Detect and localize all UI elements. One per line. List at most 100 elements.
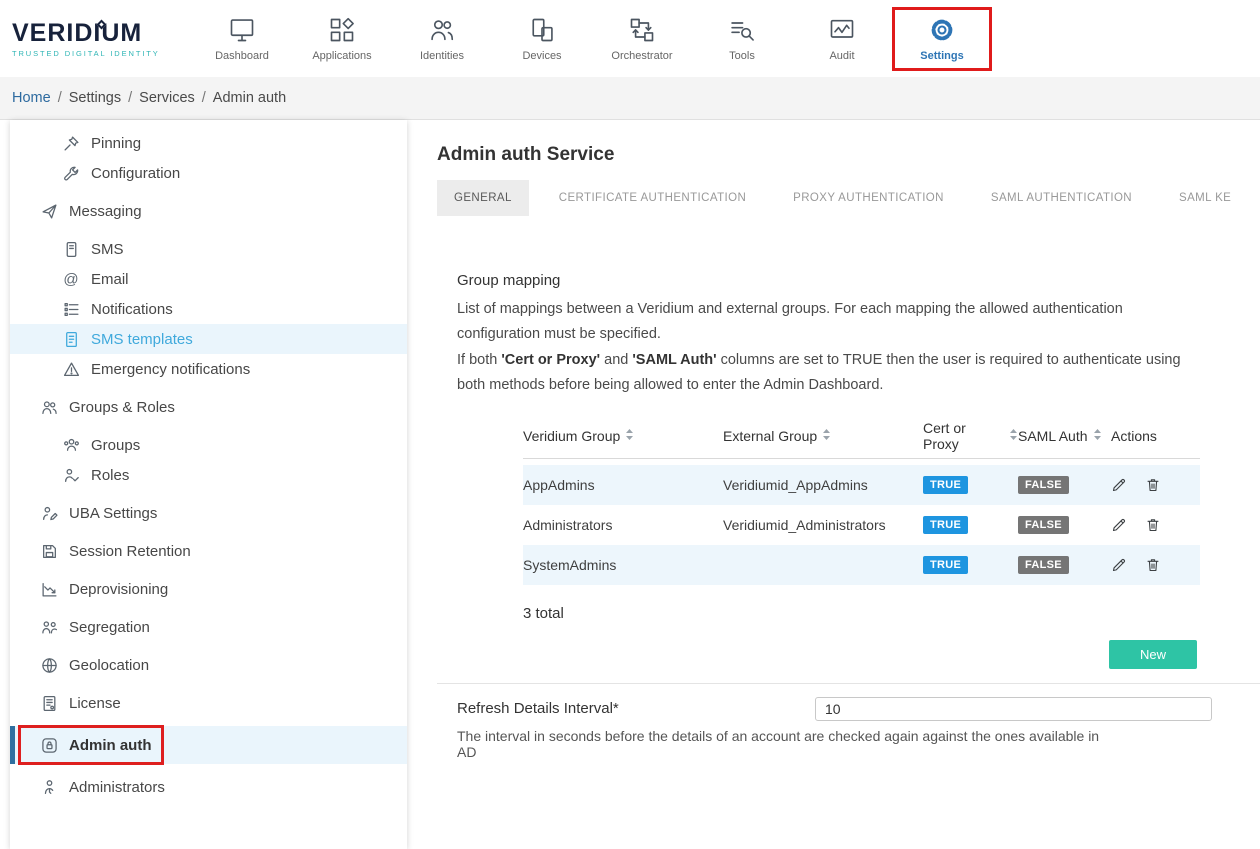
- sidebar-item-label: Administrators: [69, 779, 165, 796]
- tab-proxy-authentication[interactable]: PROXY AUTHENTICATION: [776, 180, 961, 216]
- breadcrumb-services[interactable]: Services: [139, 90, 195, 106]
- new-mapping-button[interactable]: New: [1109, 640, 1197, 669]
- table-total-count: 3 total: [523, 605, 1260, 622]
- orchestrator-icon: [628, 15, 656, 45]
- applications-icon: [328, 15, 356, 45]
- false-badge: FALSE: [1018, 516, 1069, 534]
- delete-trash-icon[interactable]: [1145, 557, 1161, 573]
- tab-certificate-authentication[interactable]: CERTIFICATE AUTHENTICATION: [542, 180, 763, 216]
- true-badge: TRUE: [923, 556, 968, 574]
- column-header-saml-auth[interactable]: SAML Auth: [1018, 428, 1111, 444]
- nav-item-identities[interactable]: Identities: [392, 7, 492, 71]
- refresh-interval-label: Refresh Details Interval*: [457, 697, 619, 717]
- nav-item-tools[interactable]: Tools: [692, 7, 792, 71]
- sidebar-item-admin-auth[interactable]: Admin auth: [10, 726, 407, 764]
- breadcrumb: Home / Settings / Services / Admin auth: [0, 77, 1260, 120]
- sidebar-item-email[interactable]: @ Email: [10, 264, 407, 294]
- nav-label: Identities: [420, 50, 464, 62]
- edit-pencil-icon[interactable]: [1111, 477, 1127, 493]
- table-row: AppAdmins Veridiumid_AppAdmins TRUE FALS…: [523, 465, 1200, 505]
- sidebar-item-session-retention[interactable]: Session Retention: [10, 536, 407, 566]
- devices-icon: [528, 15, 556, 45]
- column-header-cert-or-proxy[interactable]: Cert or Proxy: [923, 420, 1018, 452]
- nav-item-devices[interactable]: Devices: [492, 7, 592, 71]
- tab-saml-keystore[interactable]: SAML KE: [1162, 180, 1248, 216]
- nav-label: Dashboard: [215, 50, 269, 62]
- sidebar-item-pinning[interactable]: Pinning: [10, 128, 407, 158]
- cell-cert-or-proxy: TRUE: [923, 555, 1018, 574]
- group-mapping-section: Group mapping List of mappings between a…: [437, 272, 1260, 669]
- false-badge: FALSE: [1018, 556, 1069, 574]
- sidebar-item-groups[interactable]: Groups: [10, 430, 407, 460]
- column-header-actions: Actions: [1111, 428, 1200, 444]
- cell-saml-auth: FALSE: [1018, 475, 1111, 494]
- breadcrumb-settings[interactable]: Settings: [69, 90, 121, 106]
- sidebar-item-configuration[interactable]: Configuration: [10, 158, 407, 188]
- wrench-icon: [62, 165, 80, 182]
- sidebar-item-roles[interactable]: Roles: [10, 460, 407, 490]
- nav-item-dashboard[interactable]: Dashboard: [192, 7, 292, 71]
- sidebar-item-administrators[interactable]: Administrators: [10, 772, 407, 802]
- sidebar-item-emergency-notifications[interactable]: Emergency notifications: [10, 354, 407, 384]
- group-icon: [62, 437, 80, 454]
- main-content: Admin auth Service GENERAL CERTIFICATE A…: [407, 120, 1260, 849]
- sidebar-item-sms[interactable]: SMS: [10, 234, 407, 264]
- table-body: AppAdmins Veridiumid_AppAdmins TRUE FALS…: [523, 465, 1200, 585]
- cell-external-group: Veridiumid_Administrators: [723, 517, 923, 533]
- sidebar-item-label: Session Retention: [69, 543, 191, 560]
- notifications-list-icon: [62, 301, 80, 318]
- sidebar-item-groups-roles[interactable]: Groups & Roles: [10, 392, 407, 422]
- sidebar-item-license[interactable]: License: [10, 688, 407, 718]
- edit-pencil-icon[interactable]: [1111, 517, 1127, 533]
- sidebar-item-segregation[interactable]: Segregation: [10, 612, 407, 642]
- delete-trash-icon[interactable]: [1145, 517, 1161, 533]
- delete-trash-icon[interactable]: [1145, 477, 1161, 493]
- sidebar-item-uba-settings[interactable]: UBA Settings: [10, 498, 407, 528]
- settings-sidebar: Pinning Configuration Messaging SMS @ Em…: [10, 120, 407, 849]
- sidebar-item-label: Deprovisioning: [69, 581, 168, 598]
- breadcrumb-home[interactable]: Home: [12, 90, 51, 106]
- service-tabs: GENERAL CERTIFICATE AUTHENTICATION PROXY…: [437, 180, 1260, 216]
- nav-item-audit[interactable]: Audit: [792, 7, 892, 71]
- note-mid: and: [600, 352, 632, 368]
- sidebar-item-label: SMS: [91, 241, 124, 258]
- chart-decline-icon: [40, 581, 58, 598]
- person-edit-icon: [40, 505, 58, 522]
- sidebar-item-sms-templates[interactable]: SMS templates: [10, 324, 407, 354]
- true-badge: TRUE: [923, 516, 968, 534]
- group-mapping-description: List of mappings between a Veridium and …: [457, 297, 1205, 348]
- email-at-icon: @: [62, 272, 80, 287]
- cell-cert-or-proxy: TRUE: [923, 475, 1018, 494]
- role-person-icon: [62, 467, 80, 484]
- sidebar-item-label: Segregation: [69, 619, 150, 636]
- nav-item-settings[interactable]: Settings: [892, 7, 992, 71]
- sidebar-item-notifications[interactable]: Notifications: [10, 294, 407, 324]
- tab-general[interactable]: GENERAL: [437, 180, 529, 216]
- nav-label: Applications: [312, 50, 371, 62]
- cell-actions: [1111, 517, 1200, 533]
- sidebar-item-geolocation[interactable]: Geolocation: [10, 650, 407, 680]
- sidebar-item-messaging[interactable]: Messaging: [10, 196, 407, 226]
- nav-item-applications[interactable]: Applications: [292, 7, 392, 71]
- save-disk-icon: [40, 543, 58, 560]
- refresh-interval-input[interactable]: [815, 697, 1212, 721]
- edit-pencil-icon[interactable]: [1111, 557, 1127, 573]
- tab-saml-authentication[interactable]: SAML AUTHENTICATION: [974, 180, 1149, 216]
- people-icon: [40, 399, 58, 416]
- sidebar-item-label: Groups: [91, 437, 140, 454]
- sidebar-item-deprovisioning[interactable]: Deprovisioning: [10, 574, 407, 604]
- sidebar-item-label: Pinning: [91, 135, 141, 152]
- sidebar-item-label: Roles: [91, 467, 129, 484]
- sidebar-item-label: Emergency notifications: [91, 361, 250, 378]
- cell-veridium-group: Administrators: [523, 517, 723, 533]
- table-row: Administrators Veridiumid_Administrators…: [523, 505, 1200, 545]
- sidebar-item-label: SMS templates: [91, 331, 193, 348]
- brand-tagline: TRUSTED DIGITAL IDENTITY: [12, 49, 180, 58]
- main-nav: Dashboard Applications Identities Device…: [192, 7, 992, 71]
- sort-icon: [625, 428, 634, 444]
- breadcrumb-separator: /: [51, 90, 69, 106]
- column-header-veridium-group[interactable]: Veridium Group: [523, 428, 723, 444]
- column-header-external-group[interactable]: External Group: [723, 428, 923, 444]
- nav-item-orchestrator[interactable]: Orchestrator: [592, 7, 692, 71]
- sort-icon: [822, 428, 831, 444]
